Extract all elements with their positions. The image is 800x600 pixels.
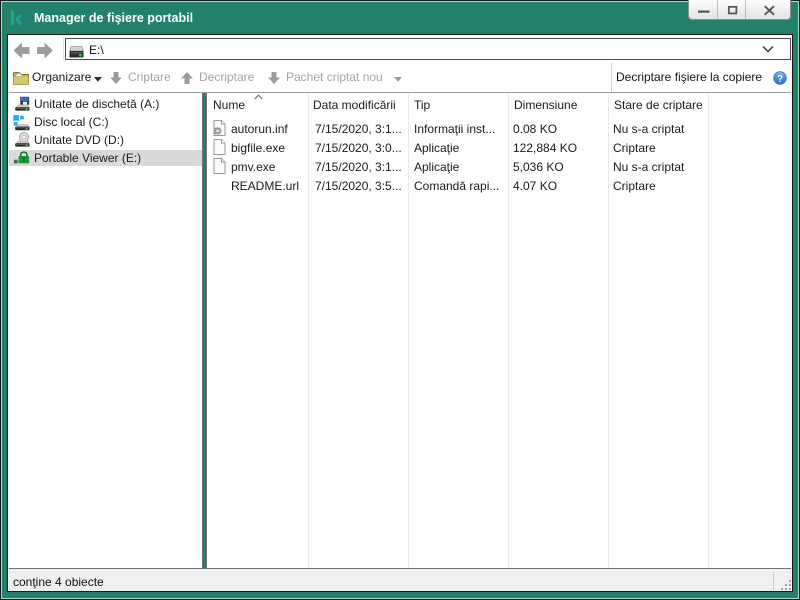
svg-text:?: ?	[777, 74, 783, 85]
